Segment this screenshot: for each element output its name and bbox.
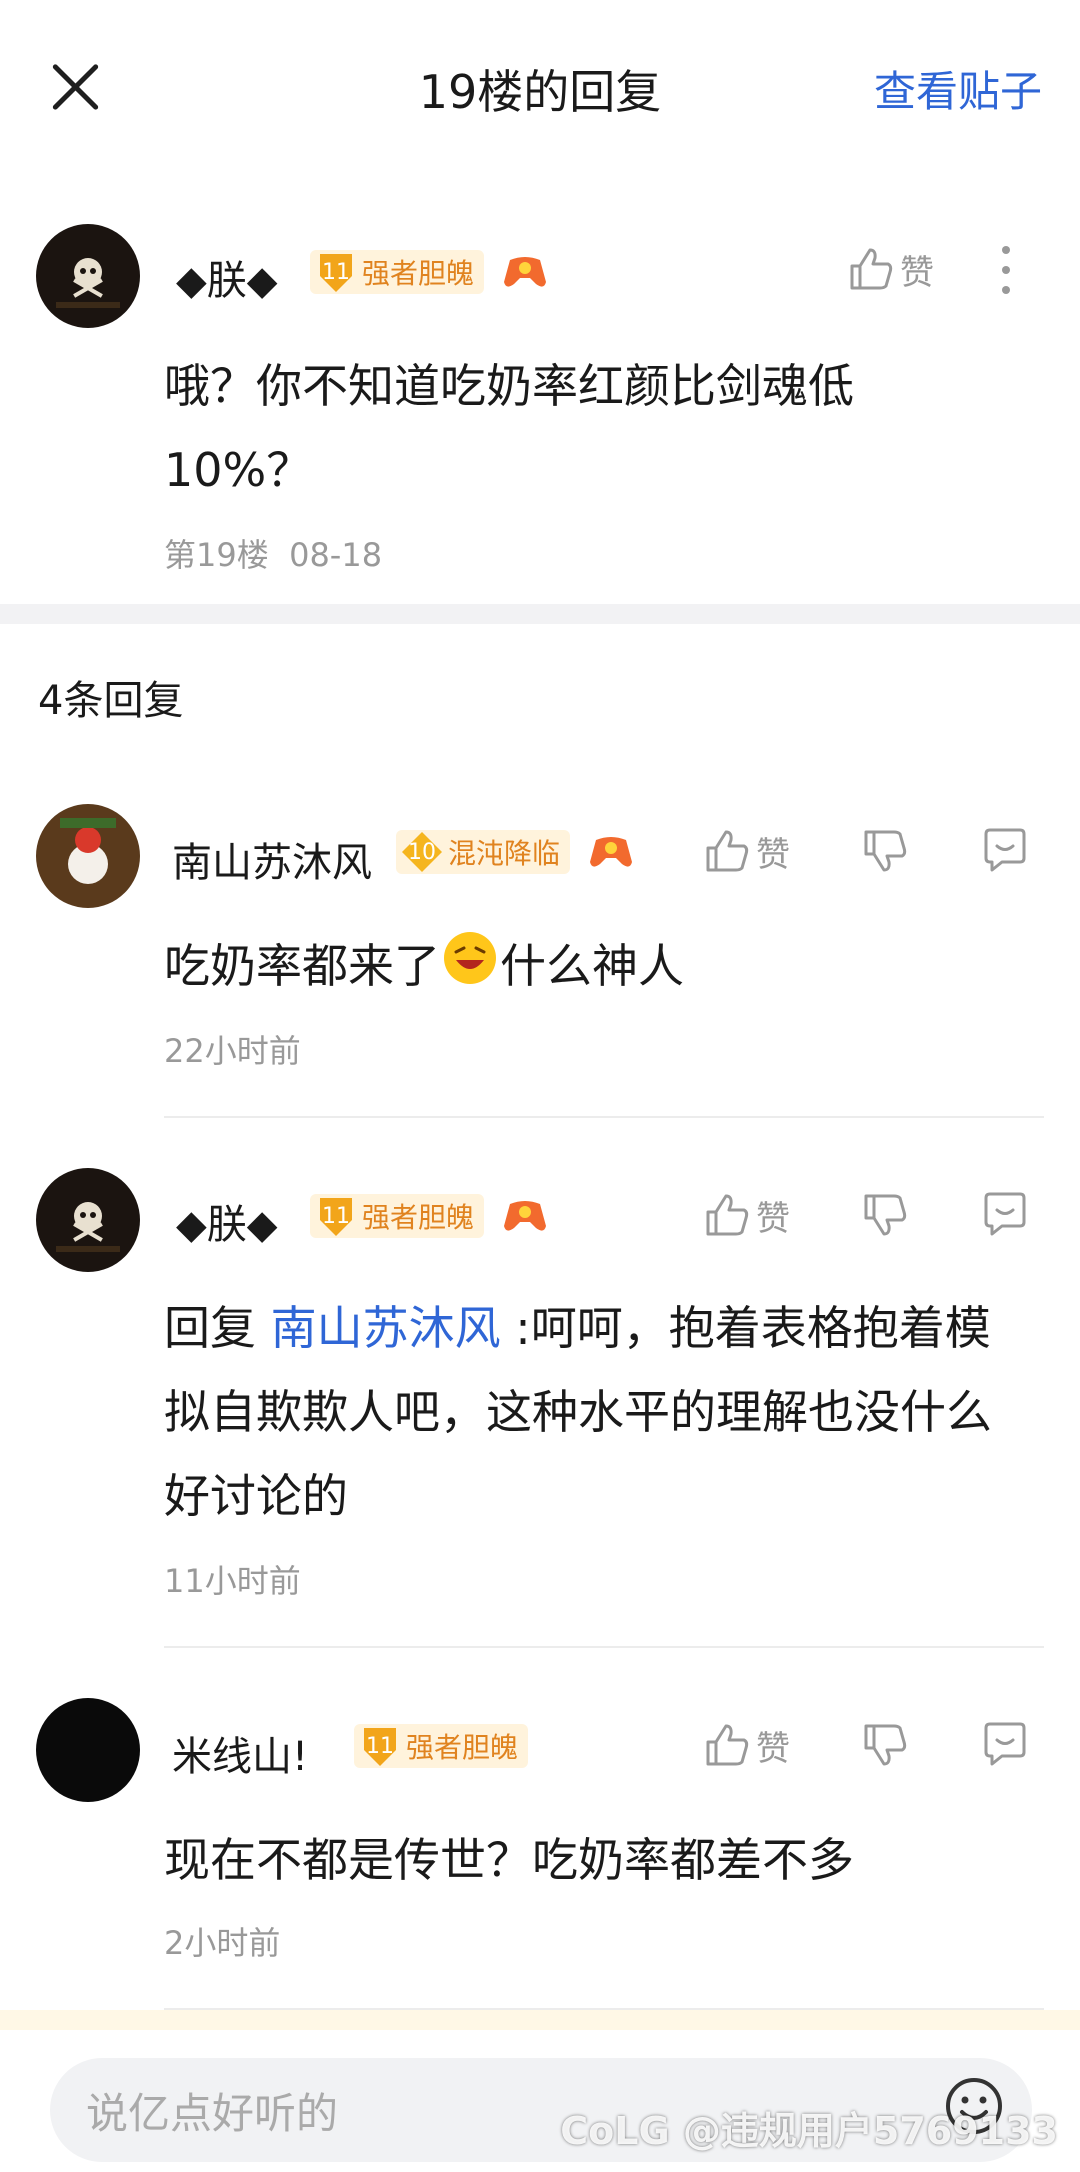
thumbs-up-icon — [850, 248, 893, 290]
thumbs-up-icon — [706, 1724, 749, 1766]
username[interactable]: 南山苏沐风 — [172, 830, 372, 888]
reply-content: 吃奶率都来了 什么神人 — [164, 924, 1024, 1012]
thumbs-up-icon — [706, 830, 749, 872]
level-icon: 11 — [314, 250, 358, 294]
post-date: 08-18 — [289, 536, 383, 574]
username[interactable]: ◆朕◆ — [176, 1192, 278, 1250]
dislike-button[interactable] — [860, 826, 910, 876]
comment-icon — [984, 828, 1026, 872]
like-button[interactable]: 赞 — [702, 1720, 790, 1770]
reply-time: 11小时前 — [164, 1562, 301, 1600]
divider — [164, 1646, 1044, 1648]
level-badge: 11 强者胆魄 — [354, 1724, 529, 1768]
dislike-button[interactable] — [860, 1720, 910, 1770]
top-bar: 19楼的回复 查看贴子 — [0, 0, 1080, 170]
level-badge: 11 强者胆魄 — [310, 250, 485, 294]
comment-icon — [984, 1192, 1026, 1236]
like-button[interactable]: 赞 — [846, 244, 934, 294]
level-icon: 11 — [358, 1724, 402, 1768]
mention-link[interactable]: 南山苏沐风 — [271, 1301, 501, 1355]
thumbs-down-icon — [864, 1194, 907, 1236]
comment-button[interactable] — [980, 826, 1030, 876]
level-icon: 11 — [314, 1194, 358, 1238]
thumbs-down-icon — [864, 1724, 907, 1766]
reply-content: 现在不都是传世？吃奶率都差不多 — [164, 1833, 854, 1887]
laughing-emoji-icon — [442, 928, 498, 1012]
floor-number: 第19楼 — [164, 536, 269, 574]
comment-button[interactable] — [980, 1190, 1030, 1240]
dislike-button[interactable] — [860, 1190, 910, 1240]
gamepad-icon — [502, 1196, 548, 1236]
thumbs-up-icon — [706, 1194, 749, 1236]
comment-button[interactable] — [980, 1720, 1030, 1770]
like-button[interactable]: 赞 — [702, 826, 790, 876]
avatar[interactable] — [36, 1698, 140, 1802]
reply-content: 回复 南山苏沐风 :呵呵，抱着表格抱着模拟自欺欺人吧，这种水平的理解也没什么好讨… — [164, 1301, 992, 1523]
gamepad-icon — [588, 832, 634, 872]
avatar[interactable] — [36, 224, 140, 328]
avatar[interactable] — [36, 804, 140, 908]
avatar[interactable] — [36, 1168, 140, 1272]
view-post-link[interactable]: 查看贴子 — [874, 58, 1042, 119]
more-options-icon[interactable] — [996, 244, 1016, 296]
username[interactable]: ◆朕◆ — [176, 248, 278, 306]
post-content: 哦？你不知道吃奶率红颜比剑魂低10%？ — [164, 359, 854, 497]
level-badge: 10 混沌降临 — [396, 830, 571, 874]
username[interactable]: 米线山! — [172, 1724, 308, 1782]
section-divider — [0, 604, 1080, 624]
level-badge: 11 强者胆魄 — [310, 1194, 485, 1238]
comment-icon — [984, 1722, 1026, 1766]
level-icon: 10 — [400, 830, 444, 874]
watermark: CoLG @违规用户5769133 — [560, 2109, 1058, 2153]
divider — [164, 1116, 1044, 1118]
post-meta: 第19楼 08-18 — [164, 530, 382, 576]
like-button[interactable]: 赞 — [702, 1190, 790, 1240]
reply-time: 22小时前 — [164, 1032, 301, 1070]
reply-count: 4条回复 — [38, 678, 184, 724]
reply-time: 2小时前 — [164, 1924, 281, 1962]
thumbs-down-icon — [864, 830, 907, 872]
gamepad-icon — [502, 252, 548, 292]
